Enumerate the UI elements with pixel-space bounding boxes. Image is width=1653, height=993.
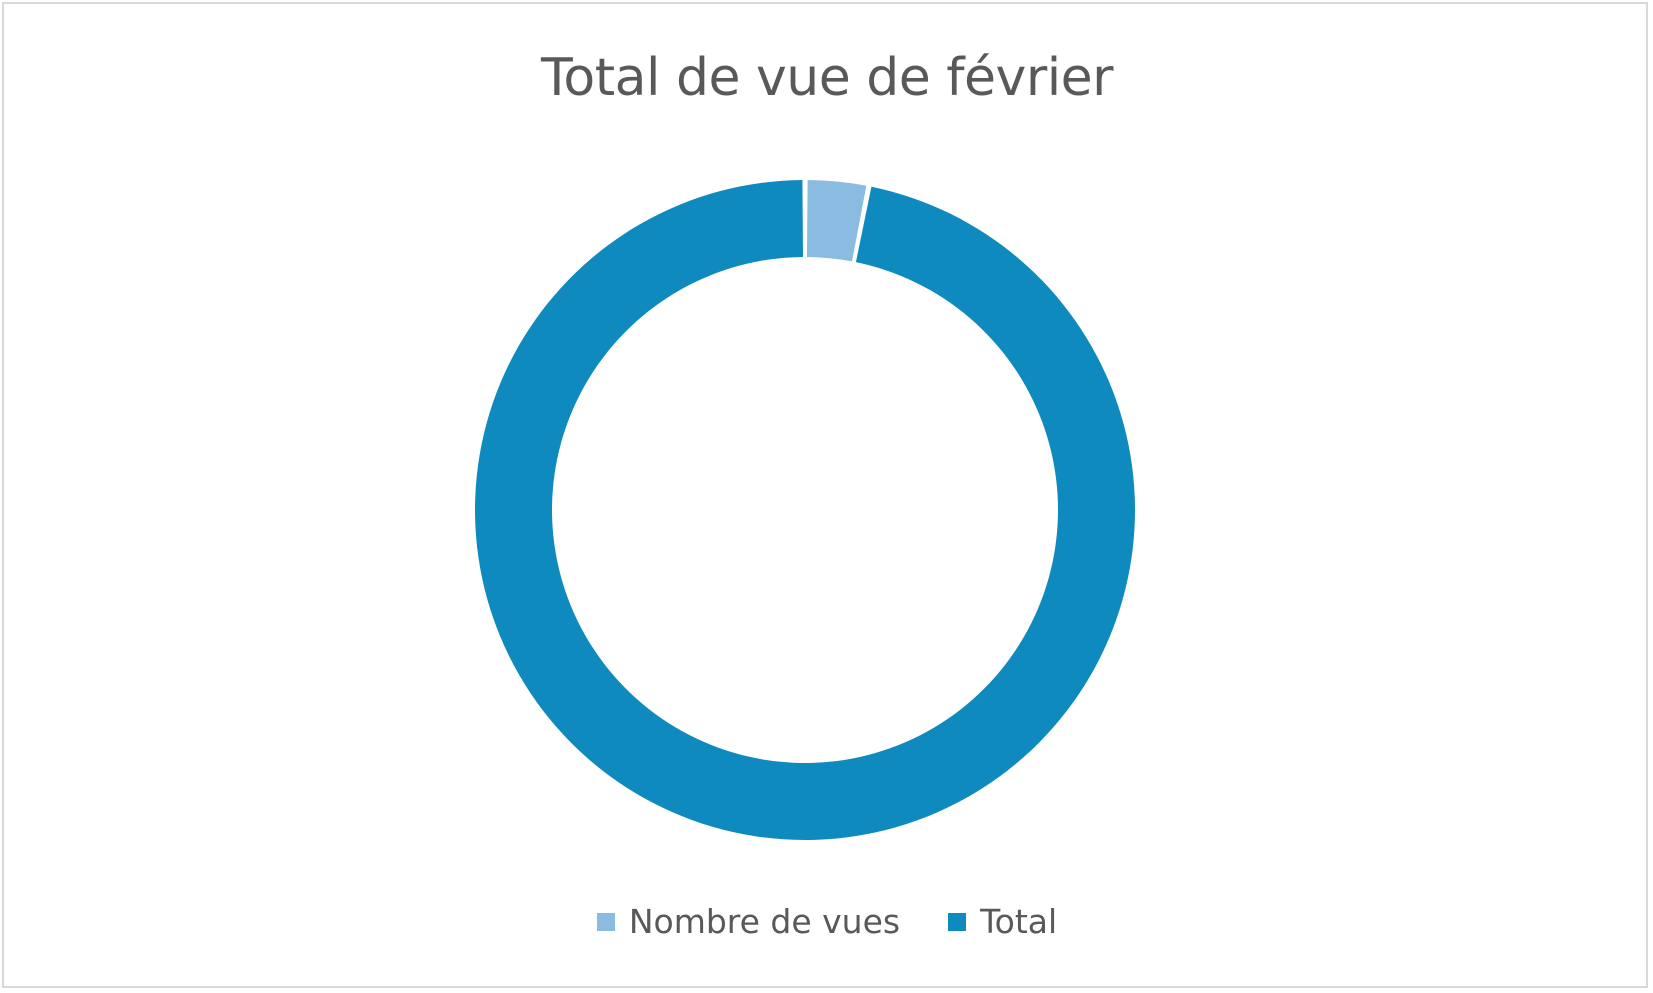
donut-slices: [474, 180, 1135, 840]
legend-label-nombre-de-vues: Nombre de vues: [628, 902, 901, 941]
legend-swatch-nombre-de-vues: [596, 912, 615, 931]
donut-slice-nombre-de-vues: [806, 180, 867, 262]
legend-label-total: Total: [980, 902, 1058, 941]
donut-slice-total: [474, 180, 1135, 840]
donut-chart: [474, 180, 1135, 840]
legend-item-total: Total: [948, 902, 1057, 941]
chart-legend: Nombre de vues Total: [4, 902, 1650, 941]
legend-swatch-total: [948, 912, 967, 931]
legend-item-nombre-de-vues: Nombre de vues: [596, 902, 901, 941]
chart-container: Total de vue de février Nombre de vues T…: [2, 2, 1648, 988]
